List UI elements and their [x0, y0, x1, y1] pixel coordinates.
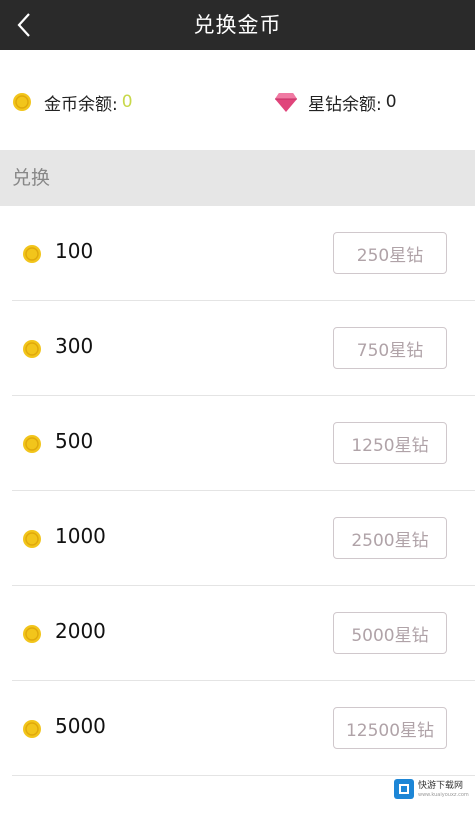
diamond-balance-value: 0 — [385, 92, 397, 112]
watermark-logo-icon — [394, 779, 414, 799]
coin-icon — [23, 245, 41, 263]
divider — [12, 775, 475, 776]
list-item: 100 250星钻 — [0, 206, 475, 301]
exchange-button[interactable]: 250星钻 — [333, 232, 447, 274]
exchange-button[interactable]: 5000星钻 — [333, 612, 447, 654]
watermark: 快游下载网 www.kuaiyouxz.com — [394, 779, 469, 799]
balance-panel: 金币余额: 0 星钻余额: 0 — [0, 50, 475, 150]
gold-balance-label: 金币余额: — [44, 94, 118, 115]
gold-balance-value: 0 — [121, 92, 133, 112]
list-item: 2000 5000星钻 — [0, 586, 475, 681]
gold-balance: 金币余额: 0 — [12, 90, 133, 115]
diamond-balance: 星钻余额: 0 — [274, 90, 397, 115]
coin-icon — [23, 435, 41, 453]
coin-amount: 5000 — [55, 714, 106, 738]
section-header: 兑换 — [0, 150, 475, 206]
list-item: 1000 2500星钻 — [0, 491, 475, 586]
section-label: 兑换 — [12, 167, 51, 189]
coin-amount: 1000 — [55, 524, 106, 548]
diamond-balance-label: 星钻余额: — [308, 94, 382, 115]
list-item: 300 750星钻 — [0, 301, 475, 396]
coin-icon — [23, 720, 41, 738]
exchange-button[interactable]: 1250星钻 — [333, 422, 447, 464]
list-item: 500 1250星钻 — [0, 396, 475, 491]
watermark-url: www.kuaiyouxz.com — [418, 791, 469, 798]
coin-amount: 500 — [55, 429, 94, 453]
exchange-button[interactable]: 750星钻 — [333, 327, 447, 369]
list-item: 5000 12500星钻 — [0, 681, 475, 776]
coin-icon — [13, 93, 31, 111]
watermark-text: 快游下载网 — [418, 780, 464, 791]
diamond-icon — [275, 93, 297, 112]
coin-amount: 2000 — [55, 619, 106, 643]
coin-icon — [23, 340, 41, 358]
coin-amount: 100 — [55, 239, 94, 263]
header-bar: 兑换金币 — [0, 0, 475, 50]
coin-icon — [23, 625, 41, 643]
coin-amount: 300 — [55, 334, 94, 358]
exchange-button[interactable]: 2500星钻 — [333, 517, 447, 559]
exchange-button[interactable]: 12500星钻 — [333, 707, 447, 749]
page-title: 兑换金币 — [193, 13, 282, 37]
coin-icon — [23, 530, 41, 548]
